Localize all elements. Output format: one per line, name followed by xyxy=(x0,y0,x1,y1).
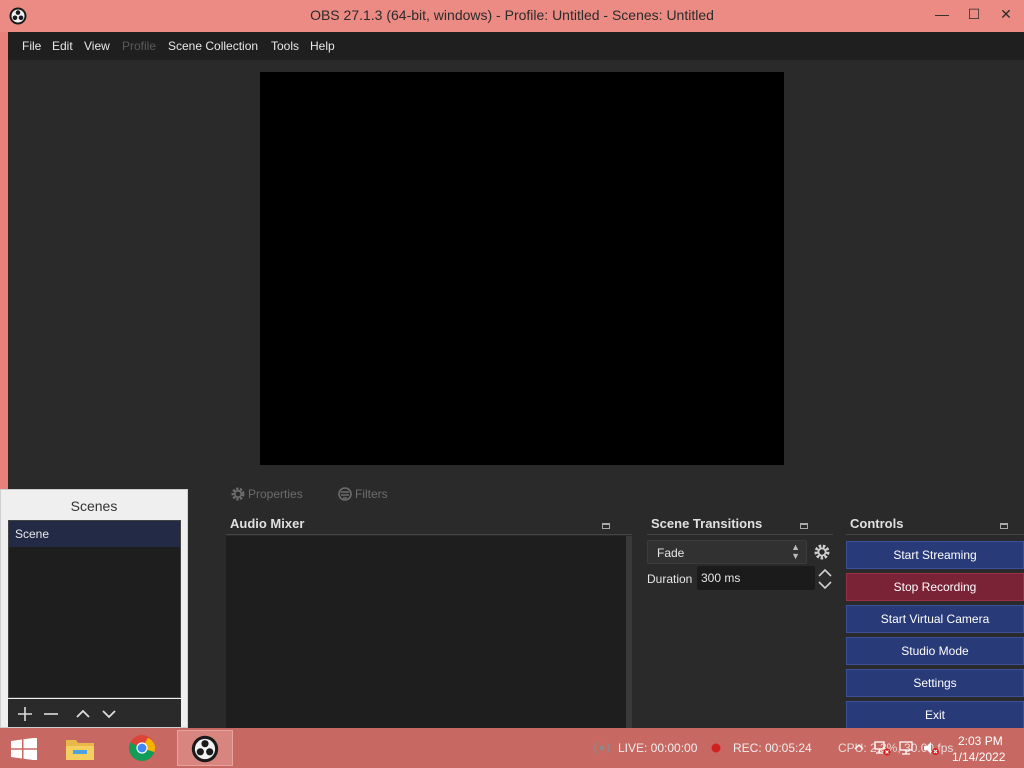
scene-transitions-divider xyxy=(647,534,833,535)
duration-value: 300 ms xyxy=(701,571,741,585)
scenes-toolbar xyxy=(8,699,181,727)
menu-edit[interactable]: Edit xyxy=(52,39,73,53)
studio-mode-button[interactable]: Studio Mode xyxy=(846,637,1024,665)
chrome-icon xyxy=(128,735,156,761)
properties-button[interactable]: Properties xyxy=(248,487,303,501)
speaker-muted-icon[interactable] xyxy=(922,740,940,756)
audio-mixer-divider xyxy=(226,534,632,535)
preview-canvas[interactable] xyxy=(260,72,784,465)
filters-icon[interactable] xyxy=(337,486,353,502)
audio-mixer-title: Audio Mixer xyxy=(230,516,305,531)
transition-select[interactable]: Fade ▲ ▼ xyxy=(647,540,807,564)
start-streaming-button[interactable]: Start Streaming xyxy=(846,541,1024,569)
exit-button[interactable]: Exit xyxy=(846,701,1024,728)
minimize-button[interactable]: — xyxy=(926,0,958,28)
transition-selected-value: Fade xyxy=(657,546,685,560)
menu-view[interactable]: View xyxy=(84,39,110,53)
record-dot-icon xyxy=(711,743,721,753)
stop-recording-button[interactable]: Stop Recording xyxy=(846,573,1024,601)
taskbar-chrome[interactable] xyxy=(115,730,171,766)
tray-chevron-up-icon[interactable] xyxy=(854,742,864,752)
taskbar-obs[interactable] xyxy=(177,730,233,766)
chevron-up-icon[interactable] xyxy=(816,567,834,579)
file-explorer-icon xyxy=(66,740,94,760)
window-title: OBS 27.1.3 (64-bit, windows) - Profile: … xyxy=(310,7,714,23)
network-icon[interactable] xyxy=(874,740,892,756)
clock-date[interactable]: 1/14/2022 xyxy=(952,750,1005,764)
scenes-dock[interactable]: Scenes Scene xyxy=(0,489,188,728)
list-item[interactable]: Scene xyxy=(9,521,180,547)
scene-transitions-title: Scene Transitions xyxy=(651,516,763,531)
menu-help[interactable]: Help xyxy=(310,39,335,53)
settings-button[interactable]: Settings xyxy=(846,669,1024,697)
filters-button[interactable]: Filters xyxy=(355,487,388,501)
move-down-icon[interactable] xyxy=(101,706,117,722)
float-dock-icon[interactable] xyxy=(800,523,808,529)
controls-title: Controls xyxy=(850,516,904,531)
menu-profile[interactable]: Profile xyxy=(122,39,156,53)
windows-start-icon[interactable] xyxy=(10,738,38,760)
taskbar: LIVE: 00:00:00 REC: 00:05:24 CPU: 2.3%, … xyxy=(0,728,1024,768)
menu-tools[interactable]: Tools xyxy=(271,39,299,53)
duration-field[interactable]: 300 ms xyxy=(697,566,815,590)
taskbar-file-explorer[interactable] xyxy=(52,730,108,766)
start-virtual-camera-button[interactable]: Start Virtual Camera xyxy=(846,605,1024,633)
audio-mixer-scrollbar[interactable] xyxy=(626,536,632,728)
chevron-down-icon[interactable] xyxy=(816,579,834,591)
duration-label: Duration xyxy=(647,572,693,586)
display-icon[interactable] xyxy=(898,740,916,756)
float-dock-icon[interactable] xyxy=(602,523,610,529)
audio-mixer-panel xyxy=(226,536,632,728)
menu-bar: File Edit View Profile Scene Collection … xyxy=(8,32,1024,60)
remove-icon[interactable] xyxy=(43,706,59,722)
gear-icon[interactable] xyxy=(813,543,831,561)
maximize-button[interactable]: ☐ xyxy=(958,0,990,28)
menu-scene-collection[interactable]: Scene Collection xyxy=(168,39,258,53)
title-bar: OBS 27.1.3 (64-bit, windows) - Profile: … xyxy=(0,0,1024,32)
close-button[interactable]: ✕ xyxy=(990,0,1022,28)
controls-divider xyxy=(846,534,1024,535)
move-up-icon[interactable] xyxy=(75,706,91,722)
scenes-list: Scene xyxy=(8,520,181,698)
chevron-up-down-icon: ▲ ▼ xyxy=(791,542,800,561)
gear-icon[interactable] xyxy=(230,486,246,502)
scenes-title: Scenes xyxy=(70,498,118,514)
menu-file[interactable]: File xyxy=(22,39,41,53)
live-status: LIVE: 00:00:00 xyxy=(618,741,698,755)
add-icon[interactable] xyxy=(17,706,33,722)
float-dock-icon[interactable] xyxy=(1000,523,1008,529)
scene-label: Scene xyxy=(15,527,50,541)
rec-status: REC: 00:05:24 xyxy=(733,741,812,755)
broadcast-icon xyxy=(594,742,610,754)
clock-time[interactable]: 2:03 PM xyxy=(958,734,1003,748)
obs-icon xyxy=(191,735,219,763)
